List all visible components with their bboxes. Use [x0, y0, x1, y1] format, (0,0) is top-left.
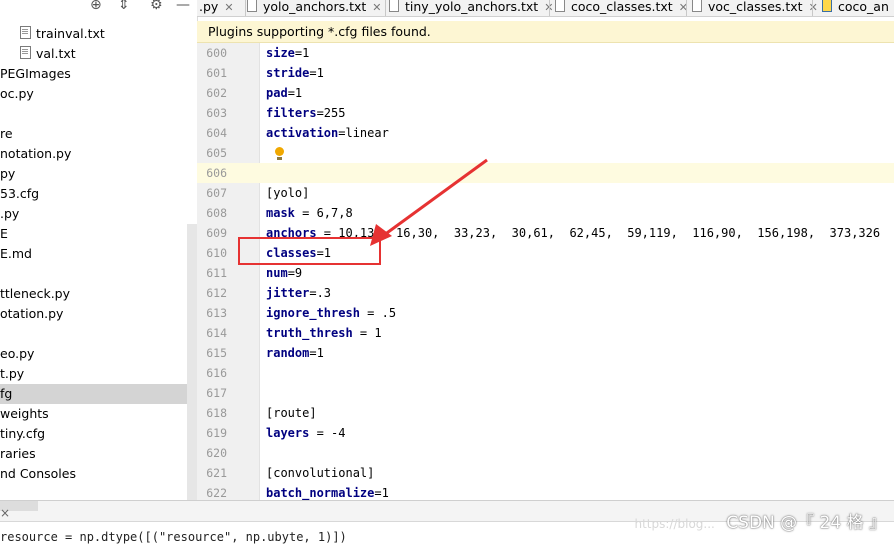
- watermark: https://blog... CSDN @『 24 格 』: [635, 512, 887, 534]
- close-icon[interactable]: ×: [0, 506, 10, 520]
- console-code-line: resource = np.dtype([("resource", np.uby…: [0, 530, 347, 544]
- watermark-brand: CSDN @『 24 格 』: [726, 513, 886, 533]
- arrow-shaft: [379, 158, 488, 240]
- annotation-arrow: [370, 158, 488, 246]
- arrow-head: [370, 224, 392, 246]
- watermark-url: https://blog...: [634, 517, 715, 531]
